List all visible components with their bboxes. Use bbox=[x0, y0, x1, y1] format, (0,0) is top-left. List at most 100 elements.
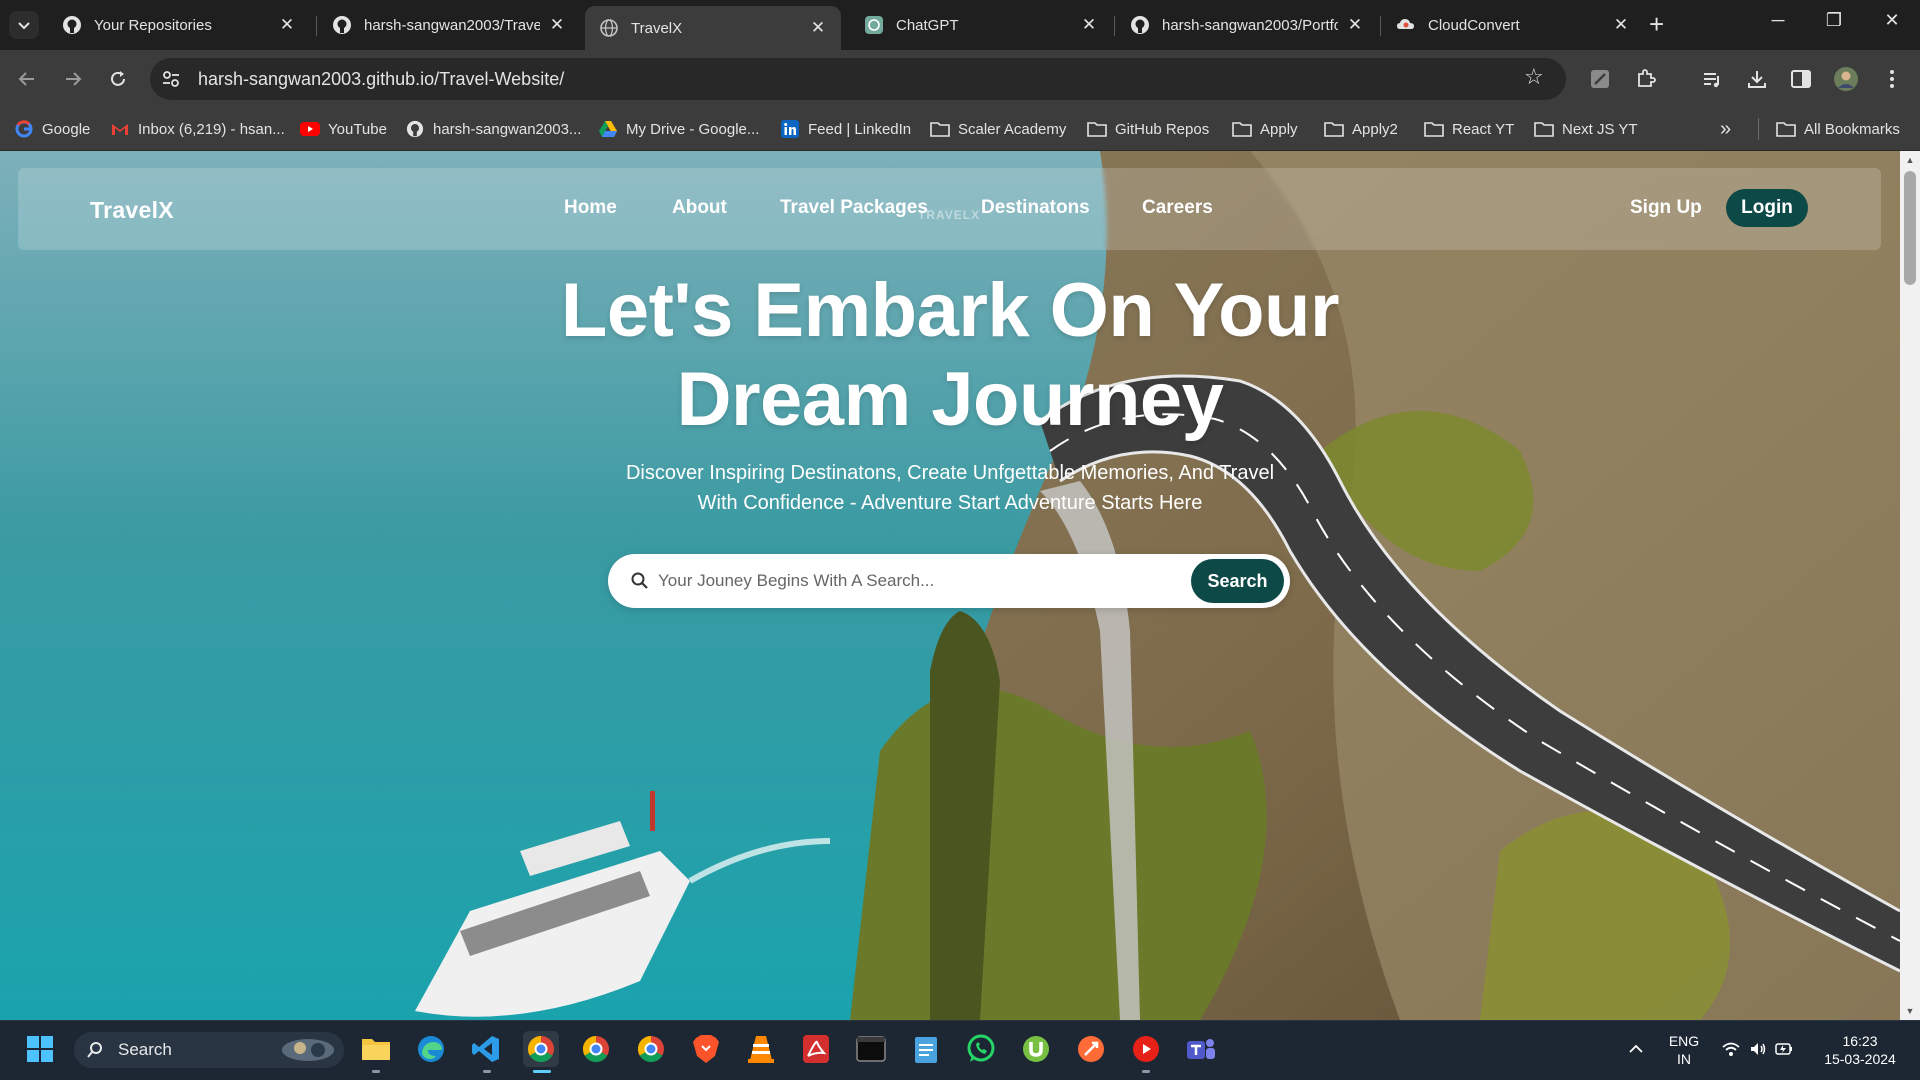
bookmark-folder-apply[interactable]: Apply bbox=[1232, 117, 1298, 141]
all-bookmarks-button[interactable]: All Bookmarks bbox=[1776, 117, 1900, 141]
login-button[interactable]: Login bbox=[1726, 189, 1808, 227]
github-icon bbox=[62, 15, 82, 35]
close-icon[interactable]: ✕ bbox=[278, 15, 296, 35]
teams-icon[interactable] bbox=[1183, 1031, 1219, 1067]
tray-overflow-chevron-icon[interactable] bbox=[1618, 1031, 1654, 1067]
bookmark-label: YouTube bbox=[328, 120, 387, 138]
media-control-icon[interactable] bbox=[1699, 66, 1725, 92]
close-icon[interactable]: ✕ bbox=[548, 15, 566, 35]
tab-divider bbox=[1114, 16, 1115, 36]
close-icon[interactable]: ✕ bbox=[1346, 15, 1364, 35]
bookmark-folder-scaler[interactable]: Scaler Academy bbox=[930, 117, 1066, 141]
tab-travel-repo[interactable]: harsh-sangwan2003/Travel ✕ bbox=[318, 8, 580, 42]
whatsapp-icon[interactable] bbox=[963, 1031, 999, 1067]
bookmarks-overflow-button[interactable]: » bbox=[1720, 117, 1731, 141]
github-icon bbox=[1130, 15, 1150, 35]
menu-kebab-icon[interactable] bbox=[1879, 66, 1905, 92]
nav-link-careers[interactable]: Careers bbox=[1142, 197, 1213, 219]
site-logo[interactable]: TravelX bbox=[90, 197, 174, 224]
quick-settings[interactable] bbox=[1712, 1031, 1802, 1067]
nav-link-travel-packages[interactable]: Travel Packages bbox=[780, 197, 928, 219]
tab-your-repositories[interactable]: Your Repositories ✕ bbox=[48, 8, 310, 42]
reload-icon[interactable] bbox=[103, 64, 133, 94]
site-settings-icon[interactable] bbox=[160, 68, 182, 90]
profile-avatar[interactable] bbox=[1833, 66, 1859, 92]
chatgpt-icon bbox=[864, 15, 884, 35]
tab-travelx[interactable]: TravelX ✕ bbox=[585, 6, 841, 50]
tab-search-button[interactable] bbox=[9, 11, 39, 39]
chrome-alt-icon[interactable] bbox=[633, 1031, 669, 1067]
vlc-icon[interactable] bbox=[743, 1031, 779, 1067]
bookmark-linkedin[interactable]: Feed | LinkedIn bbox=[780, 117, 911, 141]
bookmark-label: All Bookmarks bbox=[1804, 120, 1900, 138]
notepad-icon[interactable] bbox=[908, 1031, 944, 1067]
youtube-music-icon[interactable] bbox=[1128, 1031, 1164, 1067]
language-code: ENG bbox=[1668, 1033, 1700, 1049]
bookmark-label: Google bbox=[42, 120, 91, 138]
terminal-icon[interactable] bbox=[853, 1031, 889, 1067]
running-indicator bbox=[372, 1070, 380, 1073]
brave-icon[interactable] bbox=[688, 1031, 724, 1067]
scrollbar-thumb[interactable] bbox=[1904, 171, 1916, 285]
bookmark-label: Next JS YT bbox=[1562, 120, 1638, 138]
close-icon[interactable]: ✕ bbox=[809, 18, 827, 38]
running-indicator bbox=[483, 1070, 491, 1073]
chrome-icon[interactable] bbox=[523, 1031, 559, 1067]
side-panel-icon[interactable] bbox=[1788, 66, 1814, 92]
bookmark-folder-next-js-yt[interactable]: Next JS YT bbox=[1534, 117, 1638, 141]
search-button[interactable]: Search bbox=[1191, 559, 1284, 603]
bookmark-star-icon[interactable]: ☆ bbox=[1524, 64, 1544, 90]
bookmark-google[interactable]: Google bbox=[14, 117, 90, 141]
hero-subtitle-line: With Confidence - Adventure Start Advent… bbox=[697, 492, 1203, 514]
bookmark-folder-react-yt[interactable]: React YT bbox=[1424, 117, 1514, 141]
tab-chatgpt[interactable]: ChatGPT ✕ bbox=[850, 8, 1112, 42]
clock[interactable]: 16:23 15-03-2024 bbox=[1812, 1032, 1908, 1068]
bookmark-github[interactable]: harsh-sangwan2003... bbox=[405, 117, 581, 141]
search-icon bbox=[631, 572, 648, 589]
window-close-icon[interactable]: ✕ bbox=[1872, 10, 1912, 31]
edge-icon[interactable] bbox=[413, 1031, 449, 1067]
back-icon[interactable] bbox=[12, 64, 42, 94]
folder-icon bbox=[930, 119, 950, 139]
bookmark-folder-apply2[interactable]: Apply2 bbox=[1324, 117, 1398, 141]
chrome-profile-icon[interactable] bbox=[578, 1031, 614, 1067]
scroll-up-icon[interactable]: ▲ bbox=[1904, 155, 1916, 165]
language-indicator[interactable]: ENG IN bbox=[1664, 1032, 1704, 1068]
restore-icon[interactable]: ❐ bbox=[1814, 10, 1854, 31]
tab-title: CloudConvert bbox=[1428, 16, 1520, 34]
minimize-icon[interactable]: ─ bbox=[1758, 10, 1798, 31]
bookmark-drive[interactable]: My Drive - Google... bbox=[598, 117, 759, 141]
volume-icon bbox=[1751, 1043, 1766, 1055]
extensions-puzzle-icon[interactable] bbox=[1633, 66, 1659, 92]
new-tab-button[interactable]: + bbox=[1649, 10, 1664, 38]
bookmark-gmail[interactable]: Inbox (6,219) - hsan... bbox=[110, 117, 285, 141]
folder-icon bbox=[1324, 119, 1344, 139]
extension-app-icon[interactable] bbox=[1587, 66, 1613, 92]
signup-link[interactable]: Sign Up bbox=[1630, 197, 1702, 219]
forward-icon[interactable] bbox=[58, 64, 88, 94]
file-explorer-icon[interactable] bbox=[358, 1031, 394, 1067]
close-icon[interactable]: ✕ bbox=[1612, 15, 1630, 35]
nav-link-about[interactable]: About bbox=[672, 197, 727, 219]
tab-portfolio-repo[interactable]: harsh-sangwan2003/Portfo ✕ bbox=[1116, 8, 1378, 42]
close-icon[interactable]: ✕ bbox=[1080, 15, 1098, 35]
windows-start-icon[interactable] bbox=[22, 1031, 58, 1067]
nav-link-destinations[interactable]: Destinatons bbox=[981, 197, 1090, 219]
postman-icon[interactable] bbox=[1073, 1031, 1109, 1067]
bookmark-folder-github-repos[interactable]: GitHub Repos bbox=[1087, 117, 1209, 141]
scroll-down-icon[interactable]: ▼ bbox=[1904, 1006, 1916, 1016]
clock-time: 16:23 bbox=[1842, 1033, 1878, 1049]
vscode-icon[interactable] bbox=[468, 1031, 504, 1067]
tab-title: TravelX bbox=[631, 19, 683, 37]
address-bar[interactable]: harsh-sangwan2003.github.io/Travel-Websi… bbox=[150, 58, 1566, 100]
folder-icon bbox=[1534, 119, 1554, 139]
globe-icon bbox=[599, 18, 619, 38]
tab-cloudconvert[interactable]: CloudConvert ✕ bbox=[1382, 8, 1644, 42]
nav-link-home[interactable]: Home bbox=[564, 197, 617, 219]
utorrent-icon[interactable] bbox=[1018, 1031, 1054, 1067]
bookmark-youtube[interactable]: YouTube bbox=[300, 117, 387, 141]
download-icon[interactable] bbox=[1744, 66, 1770, 92]
youtube-icon bbox=[300, 119, 320, 139]
acrobat-icon[interactable] bbox=[798, 1031, 834, 1067]
search-input[interactable] bbox=[650, 554, 1170, 608]
